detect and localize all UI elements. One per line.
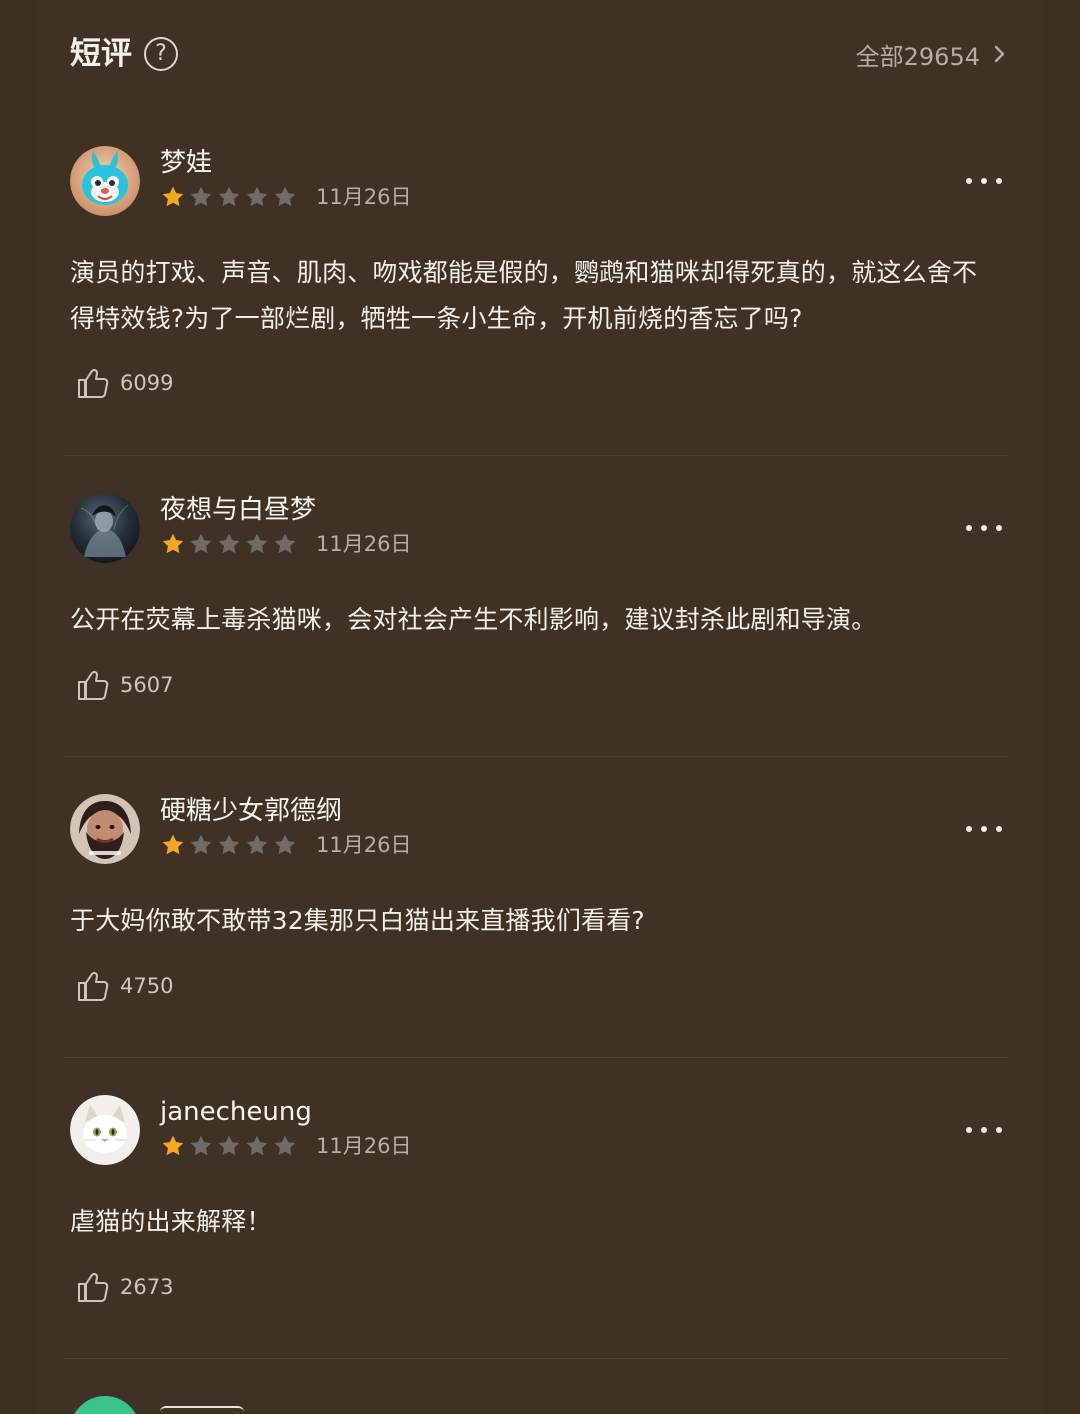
review-date: 11月26日 — [316, 832, 412, 857]
review-divider — [64, 455, 1008, 456]
short-reviews-header: 短评 ? 全部29654 — [70, 30, 1008, 78]
section-title: 短评 — [70, 35, 132, 72]
star-filled-icon — [162, 1135, 184, 1156]
more-options-button[interactable] — [966, 172, 1002, 190]
review-divider — [64, 1057, 1008, 1058]
review-date: 11月26日 — [316, 1133, 412, 1158]
star-empty-icon — [274, 834, 296, 855]
user-avatar[interactable] — [70, 1095, 140, 1165]
star-empty-icon — [246, 834, 268, 855]
user-name[interactable]: 夜想与白昼梦 — [160, 495, 316, 525]
star-empty-icon — [246, 186, 268, 207]
review-divider — [64, 756, 1008, 757]
header-title-group: 短评 ? — [70, 37, 178, 71]
review-text: 于大妈你敢不敢带32集那只白猫出来直播我们看看? — [70, 906, 645, 935]
dark-portrait-avatar-icon — [70, 493, 140, 563]
thumbs-up-icon — [78, 971, 109, 1001]
review-text: 公开在荧幕上毒杀猫咪，会对社会产生不利影响，建议封杀此剧和导演。 — [70, 605, 877, 634]
thumbs-up-icon — [78, 368, 109, 398]
user-avatar[interactable] — [70, 794, 140, 864]
dot-icon — [996, 525, 1002, 531]
thumbs-up-icon — [78, 1272, 109, 1302]
star-empty-icon — [190, 1135, 212, 1156]
rating-row: 11月26日 — [160, 1133, 411, 1159]
star-empty-icon — [190, 533, 212, 554]
review-header: 夜想与白昼梦 11月26日 — [70, 493, 1008, 565]
rating-row: 11月26日 — [160, 531, 411, 557]
question-circle-icon[interactable]: ? — [144, 37, 178, 71]
dot-icon — [996, 178, 1002, 184]
all-reviews-link[interactable]: 全部29654 — [856, 37, 1008, 72]
star-empty-icon — [274, 186, 296, 207]
user-name[interactable]: janecheung — [160, 1097, 312, 1127]
thumbs-up-icon — [78, 670, 109, 700]
like-button[interactable]: 4750 — [76, 969, 173, 1003]
dot-icon — [981, 525, 987, 531]
user-name[interactable]: 梦娃 — [160, 148, 212, 178]
dot-icon — [966, 826, 972, 832]
dot-icon — [981, 826, 987, 832]
star-empty-icon — [190, 186, 212, 207]
rating-row: 11月26日 — [160, 184, 411, 210]
star-filled-icon — [162, 533, 184, 554]
partial-user-name — [160, 1404, 300, 1414]
star-filled-icon — [162, 186, 184, 207]
white-cat-avatar-icon — [70, 1095, 140, 1165]
review-item: 梦娃 11月26日 演员的打戏、声音、肌肉、吻戏都能是假的，鹦鹉和猫咪却得死真的… — [70, 146, 1008, 447]
review-header: 硬糖少女郭德纲 11月26日 — [70, 794, 1008, 866]
star-rating — [160, 832, 298, 858]
star-empty-icon — [246, 1135, 268, 1156]
user-avatar[interactable] — [70, 146, 140, 216]
dot-icon — [996, 826, 1002, 832]
review-item: 夜想与白昼梦 11月26日 公开在荧幕上毒杀猫咪，会对社会产生不利影响，建议封杀… — [70, 493, 1008, 794]
review-date: 11月26日 — [316, 184, 412, 209]
star-empty-icon — [190, 834, 212, 855]
review-text: 演员的打戏、声音、肌肉、吻戏都能是假的，鹦鹉和猫咪却得死真的，就这么舍不得特效钱… — [70, 258, 978, 333]
review-date: 11月26日 — [316, 531, 412, 556]
more-options-button[interactable] — [966, 820, 1002, 838]
star-empty-icon — [218, 533, 240, 554]
dot-icon — [966, 178, 972, 184]
review-header: janecheung 11月26日 — [70, 1095, 1008, 1167]
like-button[interactable]: 2673 — [76, 1270, 173, 1304]
dot-icon — [996, 1127, 1002, 1133]
bearded-man-avatar-icon — [70, 794, 140, 864]
review-item: 硬糖少女郭德纲 11月26日 于大妈你敢不敢带32集那只白猫出来直播我们看看? — [70, 794, 1008, 1095]
all-reviews-label: 全部29654 — [855, 42, 980, 71]
like-count: 2673 — [120, 1274, 174, 1299]
star-empty-icon — [218, 1135, 240, 1156]
like-count: 5607 — [120, 672, 174, 697]
like-count: 6099 — [120, 370, 174, 395]
star-rating — [160, 1133, 298, 1159]
user-avatar[interactable] — [70, 493, 140, 563]
star-filled-icon — [162, 834, 184, 855]
page: 短评 ? 全部29654 梦娃 11月26日 演员的打戏、声音、肌肉、吻戏都能是… — [0, 0, 1080, 1414]
cartoon-rabbit-avatar-icon — [70, 146, 140, 216]
star-empty-icon — [218, 834, 240, 855]
star-empty-icon — [274, 533, 296, 554]
review-header: 梦娃 11月26日 — [70, 146, 1008, 218]
chevron-right-icon — [994, 45, 1005, 63]
like-button[interactable]: 6099 — [76, 366, 173, 400]
like-count: 4750 — [120, 973, 174, 998]
review-item: janecheung 11月26日 虐猫的出来解释！ 2673 — [70, 1095, 1008, 1396]
star-rating — [160, 184, 298, 210]
star-empty-icon — [274, 1135, 296, 1156]
review-text: 虐猫的出来解释！ — [70, 1207, 272, 1236]
more-options-button[interactable] — [966, 519, 1002, 537]
dot-icon — [981, 1127, 987, 1133]
star-empty-icon — [246, 533, 268, 554]
star-rating — [160, 531, 298, 557]
user-name[interactable]: 硬糖少女郭德纲 — [160, 796, 342, 826]
review-divider — [64, 1358, 1008, 1359]
dot-icon — [966, 525, 972, 531]
star-empty-icon — [218, 186, 240, 207]
like-button[interactable]: 5607 — [76, 668, 173, 702]
more-options-button[interactable] — [966, 1121, 1002, 1139]
rating-row: 11月26日 — [160, 832, 411, 858]
dot-icon — [981, 178, 987, 184]
dot-icon — [966, 1127, 972, 1133]
